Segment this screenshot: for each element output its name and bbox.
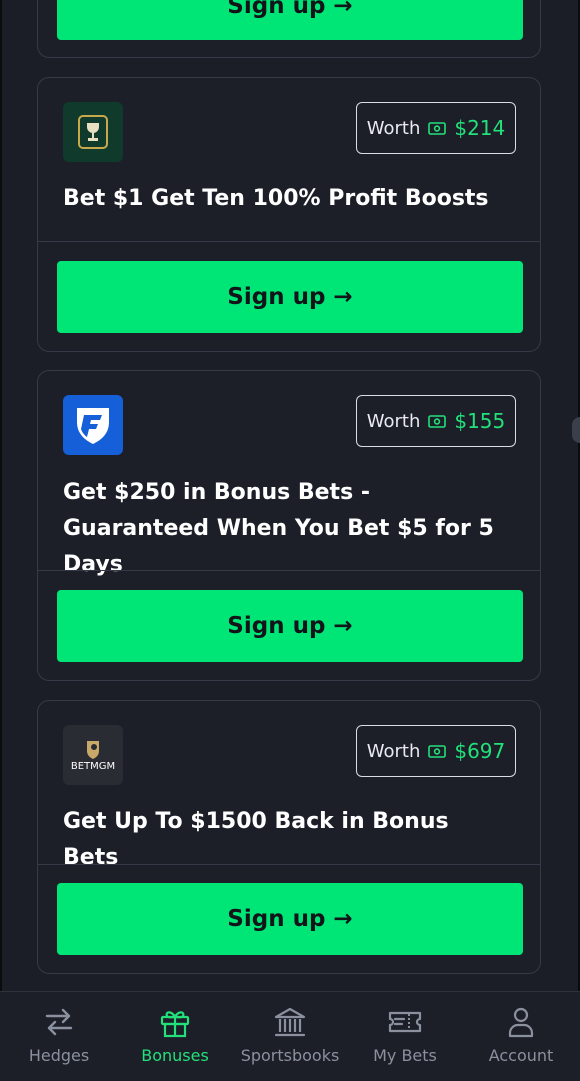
nav-item-hedges[interactable]: Hedges: [1, 992, 117, 1081]
bank-icon: [274, 1007, 306, 1037]
offer-card-partial: Sign up →: [37, 0, 541, 58]
card-divider: [38, 570, 540, 571]
nav-label: Account: [488, 1046, 554, 1065]
sign-up-button[interactable]: Sign up →: [57, 261, 523, 333]
offer-card: Worth $214 Bet $1 Get Ten 100% Profit Bo…: [37, 77, 541, 352]
card-divider: [38, 864, 540, 865]
sportsbook-logo: [63, 102, 123, 162]
worth-badge: Worth $214: [356, 102, 516, 154]
ticket-icon: [388, 1011, 422, 1033]
betmgm-logo-text: BETMGM: [70, 761, 116, 772]
sign-up-button[interactable]: Sign up →: [57, 590, 523, 662]
card-divider: [38, 241, 540, 242]
cash-icon: [428, 121, 447, 135]
lion-emblem-icon: [87, 741, 99, 759]
offer-title: Bet $1 Get Ten 100% Profit Boosts: [63, 186, 489, 211]
worth-badge: Worth $697: [356, 725, 516, 777]
left-edge: [0, 0, 2, 1080]
nav-item-account[interactable]: Account: [463, 992, 579, 1081]
nav-label: Bonuses: [141, 1046, 209, 1065]
worth-amount: $697: [454, 739, 506, 763]
offer-title: Get $250 in Bonus Bets - Guaranteed When…: [63, 480, 494, 577]
cash-icon: [428, 414, 447, 428]
sign-up-button[interactable]: Sign up →: [57, 0, 523, 40]
offer-title: Get Up To $1500 Back in Bonus Bets: [63, 809, 449, 870]
worth-label: Worth: [366, 410, 421, 432]
bottom-nav: Hedges Bonuses Sportsbooks My Bets Accou…: [0, 991, 580, 1081]
gift-icon: [160, 1011, 190, 1038]
nav-label: Sportsbooks: [240, 1046, 340, 1065]
worth-label: Worth: [366, 117, 421, 139]
offer-card: Worth $155 Get $250 in Bonus Bets - Guar…: [37, 370, 541, 681]
trophy-icon: [78, 115, 108, 149]
worth-label: Worth: [366, 740, 421, 762]
nav-item-bonuses[interactable]: Bonuses: [117, 992, 233, 1081]
sportsbook-logo: BETMGM: [63, 725, 123, 785]
nav-item-sportsbooks[interactable]: Sportsbooks: [232, 992, 348, 1081]
nav-label: My Bets: [373, 1046, 437, 1065]
offer-card: BETMGM Worth $697 Get Up To $1500 Back i…: [37, 700, 541, 974]
user-icon: [508, 1007, 534, 1038]
nav-item-my-bets[interactable]: My Bets: [347, 992, 463, 1081]
arrows-swap-icon: [45, 1008, 73, 1036]
shield-icon: [77, 408, 109, 444]
worth-badge: Worth $155: [356, 395, 516, 447]
scroll-handle[interactable]: [572, 417, 580, 443]
nav-label: Hedges: [28, 1046, 90, 1065]
sign-up-button[interactable]: Sign up →: [57, 883, 523, 955]
cash-icon: [428, 744, 447, 758]
worth-amount: $214: [454, 116, 506, 140]
sportsbook-logo: [63, 395, 123, 455]
worth-amount: $155: [454, 409, 506, 433]
